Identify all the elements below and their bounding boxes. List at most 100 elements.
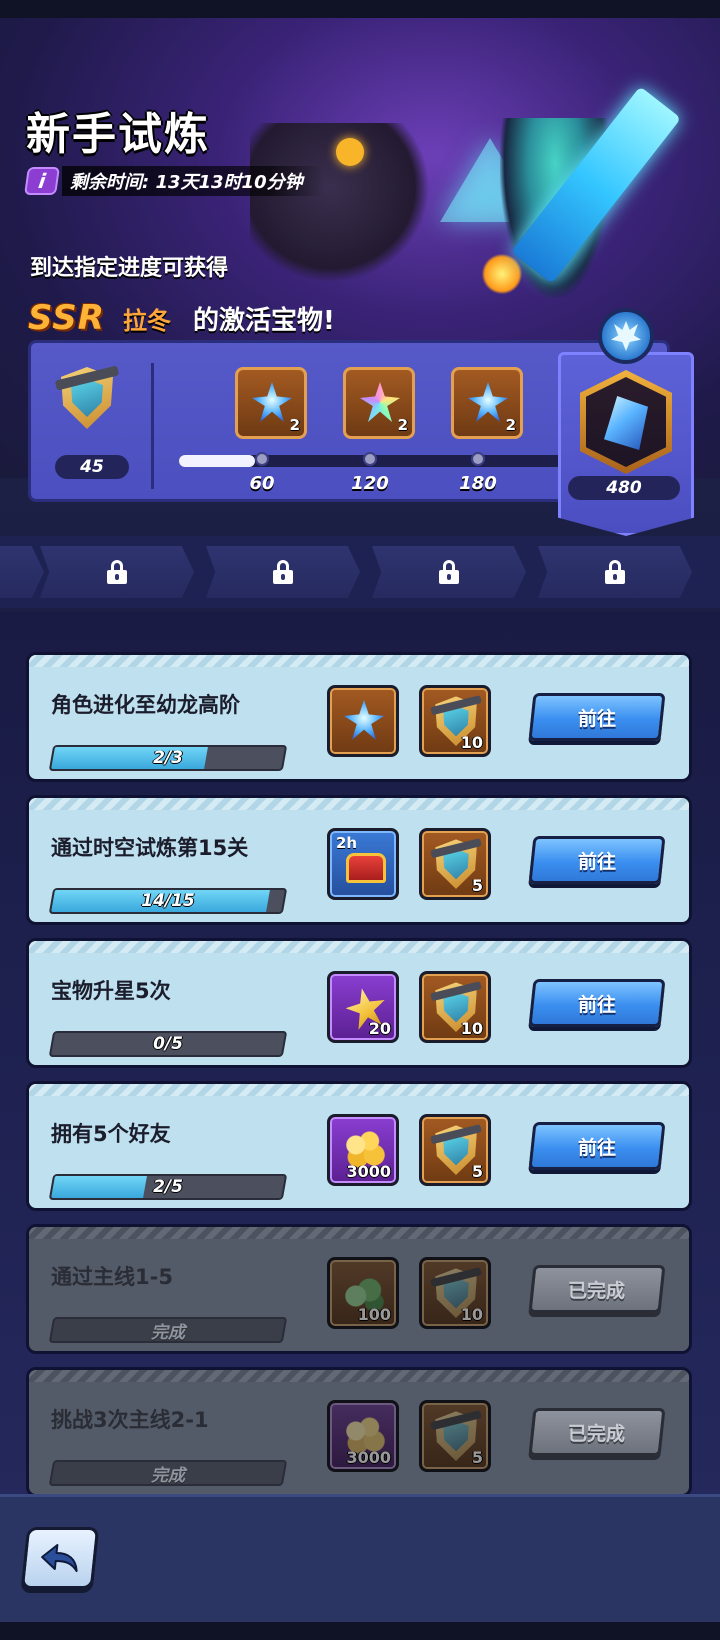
- bottom-bar: [0, 1494, 720, 1622]
- reward-item[interactable]: 3000: [327, 1114, 399, 1186]
- progress-hint: 到达指定进度可获得: [30, 256, 229, 281]
- reward-item[interactable]: 10: [419, 685, 491, 757]
- go-button-label: 前往: [577, 850, 616, 873]
- reward-item[interactable]: 10: [419, 971, 491, 1043]
- task-card: 角色进化至幼龙高阶 2/3 10 前往: [26, 652, 692, 782]
- task-title: 通过时空试炼第15关: [51, 836, 249, 860]
- tab-locked-4[interactable]: [538, 546, 692, 598]
- info-icon[interactable]: i: [24, 167, 60, 195]
- reward-hero-name: 拉冬: [122, 306, 171, 335]
- milestone-count: 2: [397, 416, 408, 434]
- tab-locked-2[interactable]: [206, 546, 360, 598]
- milestone-label: 120: [351, 473, 389, 494]
- task-title: 挑战3次主线2-1: [51, 1408, 209, 1432]
- reward-count: 100: [357, 1305, 391, 1324]
- current-points: 45: [55, 455, 129, 479]
- milestone-reward-60[interactable]: 2: [235, 367, 307, 439]
- task-progress-bar: 14/15: [48, 888, 288, 914]
- reward-count: 5: [471, 876, 483, 895]
- lock-icon: [605, 560, 625, 584]
- blue-star-crystal-icon: [252, 382, 292, 422]
- task-progress-text: 完成: [151, 1322, 185, 1343]
- task-progress-bar: 2/3: [48, 745, 288, 771]
- panel-divider: [151, 363, 154, 489]
- final-points: 480: [568, 476, 680, 500]
- reward-duration: 2h: [336, 834, 358, 852]
- stage-tabs: [0, 536, 720, 608]
- reward-item[interactable]: 20: [327, 971, 399, 1043]
- task-card-completed: 挑战3次主线2-1 完成 3000 5 已完成: [26, 1367, 692, 1497]
- completed-button-label: 已完成: [568, 1422, 626, 1445]
- tab-previous[interactable]: [0, 546, 44, 598]
- reward-item[interactable]: 5: [419, 828, 491, 900]
- trial-shield-icon: [51, 363, 123, 435]
- go-button-label: 前往: [577, 1136, 616, 1159]
- milestone-count: 2: [505, 416, 516, 434]
- task-progress-text: 2/3: [153, 748, 183, 768]
- reward-item[interactable]: 2h: [327, 828, 399, 900]
- go-button[interactable]: 前往: [528, 1122, 666, 1170]
- milestone-reward-120[interactable]: 2: [343, 367, 415, 439]
- reward-item[interactable]: [327, 685, 399, 757]
- go-button[interactable]: 前往: [528, 836, 666, 884]
- progress-track-fill: [179, 455, 255, 467]
- task-title: 通过主线1-5: [51, 1265, 173, 1289]
- rainbow-star-crystal-icon: [360, 382, 400, 422]
- go-button-label: 前往: [577, 993, 616, 1016]
- tab-locked-3[interactable]: [372, 546, 526, 598]
- hero-badge-icon: [598, 308, 654, 364]
- milestone-node: [363, 452, 377, 466]
- milestone-reward-180[interactable]: 2: [451, 367, 523, 439]
- reward-count: 3000: [346, 1162, 391, 1181]
- task-progress-text: 14/15: [141, 891, 195, 911]
- completed-button: 已完成: [528, 1265, 666, 1313]
- go-button[interactable]: 前往: [528, 693, 666, 741]
- milestone-label: 180: [459, 473, 497, 494]
- reward-count: 10: [460, 1305, 483, 1324]
- task-title: 宝物升星5次: [51, 979, 171, 1003]
- ssr-rarity-label: SSR: [28, 298, 105, 338]
- treasure-chest-icon: [346, 853, 386, 883]
- reward-count: 20: [368, 1019, 391, 1038]
- page-title: 新手试炼: [26, 109, 210, 160]
- task-progress-bar: 0/5: [48, 1031, 288, 1057]
- task-card: 拥有5个好友 2/5 3000 5 前往: [26, 1081, 692, 1211]
- timer-text: 剩余时间: 13天13时10分钟: [62, 166, 323, 196]
- task-card-completed: 通过主线1-5 完成 100 10 已完成: [26, 1224, 692, 1354]
- event-timer: i 剩余时间: 13天13时10分钟: [24, 164, 323, 198]
- task-card: 通过时空试炼第15关 14/15 2h 5 前往: [26, 795, 692, 925]
- lock-icon: [107, 560, 127, 584]
- reward-suffix: 的激活宝物!: [192, 305, 335, 336]
- reward-count: 3000: [346, 1448, 391, 1467]
- completed-button: 已完成: [528, 1408, 666, 1456]
- blue-star-crystal-icon: [344, 700, 384, 740]
- fireball-art: [482, 254, 522, 294]
- task-progress-text: 0/5: [153, 1034, 183, 1054]
- task-title: 拥有5个好友: [51, 1122, 171, 1146]
- go-button[interactable]: 前往: [528, 979, 666, 1027]
- completed-button-label: 已完成: [568, 1279, 626, 1302]
- back-button[interactable]: [20, 1527, 100, 1589]
- milestone-label: 60: [249, 473, 275, 494]
- task-progress-text: 完成: [151, 1465, 185, 1486]
- task-progress-bar: 2/5: [48, 1174, 288, 1200]
- reward-count: 5: [471, 1162, 483, 1181]
- lock-icon: [273, 560, 293, 584]
- task-progress-bar: 完成: [48, 1460, 288, 1486]
- reward-description: SSR 拉冬 的激活宝物!: [28, 298, 335, 338]
- task-progress-text: 2/5: [153, 1177, 183, 1197]
- reward-count: 10: [460, 733, 483, 752]
- reward-item[interactable]: 100: [327, 1257, 399, 1329]
- reward-item[interactable]: 5: [419, 1400, 491, 1472]
- reward-item[interactable]: 3000: [327, 1400, 399, 1472]
- milestone-node: [471, 452, 485, 466]
- screen: 新手试炼 i 剩余时间: 13天13时10分钟 到达指定进度可获得 SSR 拉冬…: [0, 18, 720, 1622]
- reward-item[interactable]: 5: [419, 1114, 491, 1186]
- tab-locked-1[interactable]: [40, 546, 194, 598]
- task-progress-bar: 完成: [48, 1317, 288, 1343]
- reward-item[interactable]: 10: [419, 1257, 491, 1329]
- reward-count: 10: [460, 1019, 483, 1038]
- milestone-node: [255, 452, 269, 466]
- blue-star-crystal-icon: [468, 382, 508, 422]
- task-card: 宝物升星5次 0/5 20 10 前往: [26, 938, 692, 1068]
